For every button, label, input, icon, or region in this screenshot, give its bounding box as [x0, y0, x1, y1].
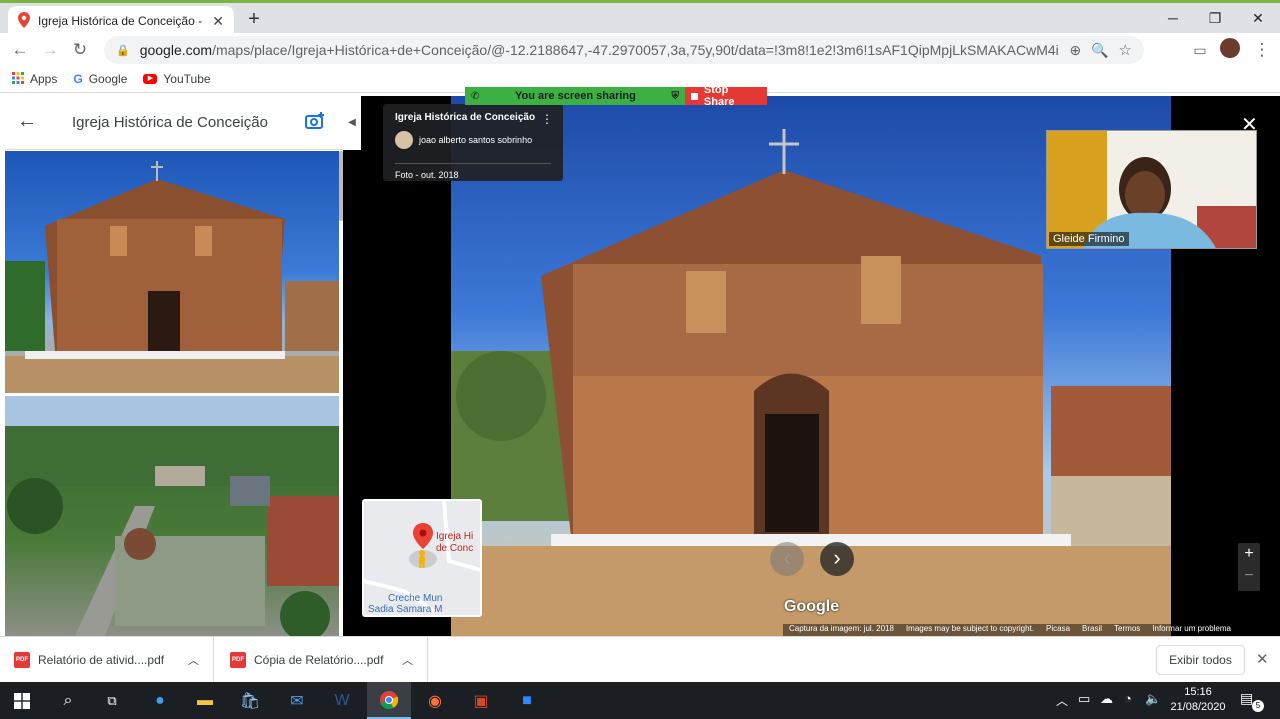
wifi-icon[interactable]: ◔	[1124, 691, 1132, 706]
minimap-label: Igreja Hi	[436, 531, 474, 542]
info-date: Foto - out. 2018	[395, 163, 551, 180]
show-hidden-icons-icon[interactable]: ︿	[1056, 692, 1068, 709]
new-tab-button[interactable]: +	[243, 8, 265, 30]
pdf-icon: PDF	[230, 652, 246, 668]
chevron-up-icon[interactable]: ︿	[402, 652, 413, 668]
google-g-icon: G	[73, 72, 83, 86]
collapse-panel-button[interactable]: ◀	[343, 96, 361, 150]
windows-start-icon[interactable]	[0, 682, 44, 719]
address-bar[interactable]: 🔒 google.com/maps/place/Igreja+Histórica…	[104, 36, 1144, 64]
word-icon[interactable]: W	[320, 682, 364, 719]
panel-header: ← Igreja Histórica de Conceição	[5, 96, 343, 150]
bookmark-star-icon[interactable]: ☆	[1119, 41, 1132, 59]
volume-icon[interactable]: 🔈	[1145, 691, 1161, 707]
close-downloads-icon[interactable]: ✕	[1256, 650, 1269, 668]
system-clock[interactable]: 15:16 21/08/2020	[1166, 685, 1230, 715]
place-side-panel: ← Igreja Histórica de Conceição	[5, 96, 343, 636]
zoom-control: + −	[1238, 543, 1260, 591]
forward-arrow-icon[interactable]: →	[38, 38, 62, 62]
previous-photo-button[interactable]: ‹	[770, 542, 804, 576]
shield-icon: ⛨	[671, 90, 680, 102]
chrome-icon[interactable]	[367, 682, 411, 719]
windows-taskbar: ⌕ ⧉ ● ▬ 🛍 ✉ W ◉ ▣ ■ ︿ ▭ ☁ ◔ 🔈 15:16 21/0…	[0, 682, 1280, 719]
screen-share-banner: ✆ You are screen sharing ⛨ Stop Share	[465, 84, 767, 108]
show-all-downloads-button[interactable]: Exibir todos	[1156, 645, 1245, 675]
task-view-icon[interactable]: ⧉	[90, 682, 134, 719]
cast-icon[interactable]: ▭	[1188, 38, 1212, 62]
lock-icon: 🔒	[116, 44, 130, 57]
zoom-icon[interactable]: 🔍	[1091, 42, 1108, 59]
bookmark-google[interactable]: G Google	[73, 72, 127, 86]
store-icon[interactable]: 🛍	[228, 682, 272, 719]
participant-name: Gleide Firmino	[1049, 232, 1129, 246]
close-tab-icon[interactable]: ✕	[212, 13, 224, 30]
info-author[interactable]: joao alberto santos sobrinho	[419, 135, 532, 145]
close-window-button[interactable]: ✕	[1236, 6, 1280, 32]
minimap-label: de Conc	[436, 543, 474, 554]
download-item[interactable]: PDF Relatório de ativid....pdf ︿	[0, 637, 214, 683]
bookmark-youtube[interactable]: ▶ YouTube	[143, 72, 211, 86]
powerpoint-icon[interactable]: ▣	[459, 682, 503, 719]
apps-grid-icon	[12, 71, 24, 87]
mail-icon[interactable]: ✉	[275, 682, 319, 719]
photo-thumbnail-aerial[interactable]	[5, 396, 339, 636]
menu-kebab-icon[interactable]: ⋮	[1250, 38, 1274, 62]
photo-thumbnail-church[interactable]	[5, 151, 339, 393]
browser-tab[interactable]: Igreja Histórica de Conceição - G ✕	[8, 6, 234, 36]
zoom-app-icon[interactable]: ■	[505, 682, 549, 719]
next-photo-button[interactable]: ›	[820, 542, 854, 576]
onedrive-icon[interactable]: ☁	[1100, 691, 1113, 707]
add-photo-icon[interactable]	[305, 112, 325, 133]
add-icon[interactable]: ⊕	[1069, 42, 1081, 59]
phone-icon: ✆	[471, 90, 480, 102]
stop-square-icon	[691, 92, 698, 100]
firefox-icon[interactable]: ◉	[413, 682, 457, 719]
stop-share-button[interactable]: Stop Share	[685, 84, 767, 108]
google-logo: Google	[784, 598, 840, 615]
back-arrow-icon[interactable]: ←	[17, 110, 37, 133]
browser-toolbar: ← → ↻ 🔒 google.com/maps/place/Igreja+His…	[0, 33, 1280, 66]
edge-browser-icon[interactable]: ●	[138, 682, 182, 719]
profile-avatar[interactable]	[1220, 38, 1240, 58]
chevron-up-icon[interactable]: ︿	[188, 652, 199, 668]
zoom-out-button[interactable]: −	[1238, 567, 1260, 591]
pdf-icon: PDF	[14, 652, 30, 668]
pegman-icon	[416, 550, 428, 568]
downloads-bar: PDF Relatório de ativid....pdf ︿ PDF Cóp…	[0, 636, 1280, 683]
battery-icon[interactable]: ▭	[1078, 691, 1090, 707]
minimap[interactable]: Igreja Hi de Conc Creche Mun Sadia Samar…	[362, 499, 482, 617]
place-title: Igreja Histórica de Conceição	[72, 114, 268, 131]
bookmark-apps[interactable]: Apps	[12, 71, 57, 87]
minimize-button[interactable]: ─	[1151, 6, 1195, 32]
maps-pin-icon	[18, 11, 30, 31]
file-explorer-icon[interactable]: ▬	[183, 682, 227, 719]
youtube-icon: ▶	[143, 74, 158, 84]
maximize-button[interactable]: ❐	[1193, 6, 1237, 32]
search-icon[interactable]: ⌕	[46, 682, 90, 719]
share-status: ✆ You are screen sharing ⛨	[465, 87, 685, 105]
minimap-label: Creche Mun	[388, 593, 443, 604]
zoom-in-button[interactable]: +	[1238, 543, 1260, 567]
author-avatar	[395, 131, 413, 149]
notification-count-badge: 5	[1252, 700, 1264, 712]
url-text: google.com/maps/place/Igreja+Histórica+d…	[139, 42, 1060, 58]
more-options-icon[interactable]: ⋮	[541, 112, 553, 126]
reload-icon[interactable]: ↻	[68, 38, 92, 62]
tab-strip: Igreja Histórica de Conceição - G ✕ + ─ …	[0, 0, 1280, 36]
info-place-name: Igreja Histórica de Conceição	[395, 112, 536, 123]
back-arrow-icon[interactable]: ←	[8, 38, 32, 62]
tab-title: Igreja Histórica de Conceição - G	[38, 14, 205, 28]
photo-info-card: Igreja Histórica de Conceição ⋮ joao alb…	[383, 104, 563, 181]
participant-video[interactable]: Gleide Firmino	[1046, 130, 1257, 249]
minimap-label: Sadia Samara M	[368, 604, 443, 615]
attribution-bar: Captura da imagem: jul. 2018 Images may …	[783, 624, 1280, 636]
download-item[interactable]: PDF Cópia de Relatório....pdf ︿	[216, 637, 428, 683]
